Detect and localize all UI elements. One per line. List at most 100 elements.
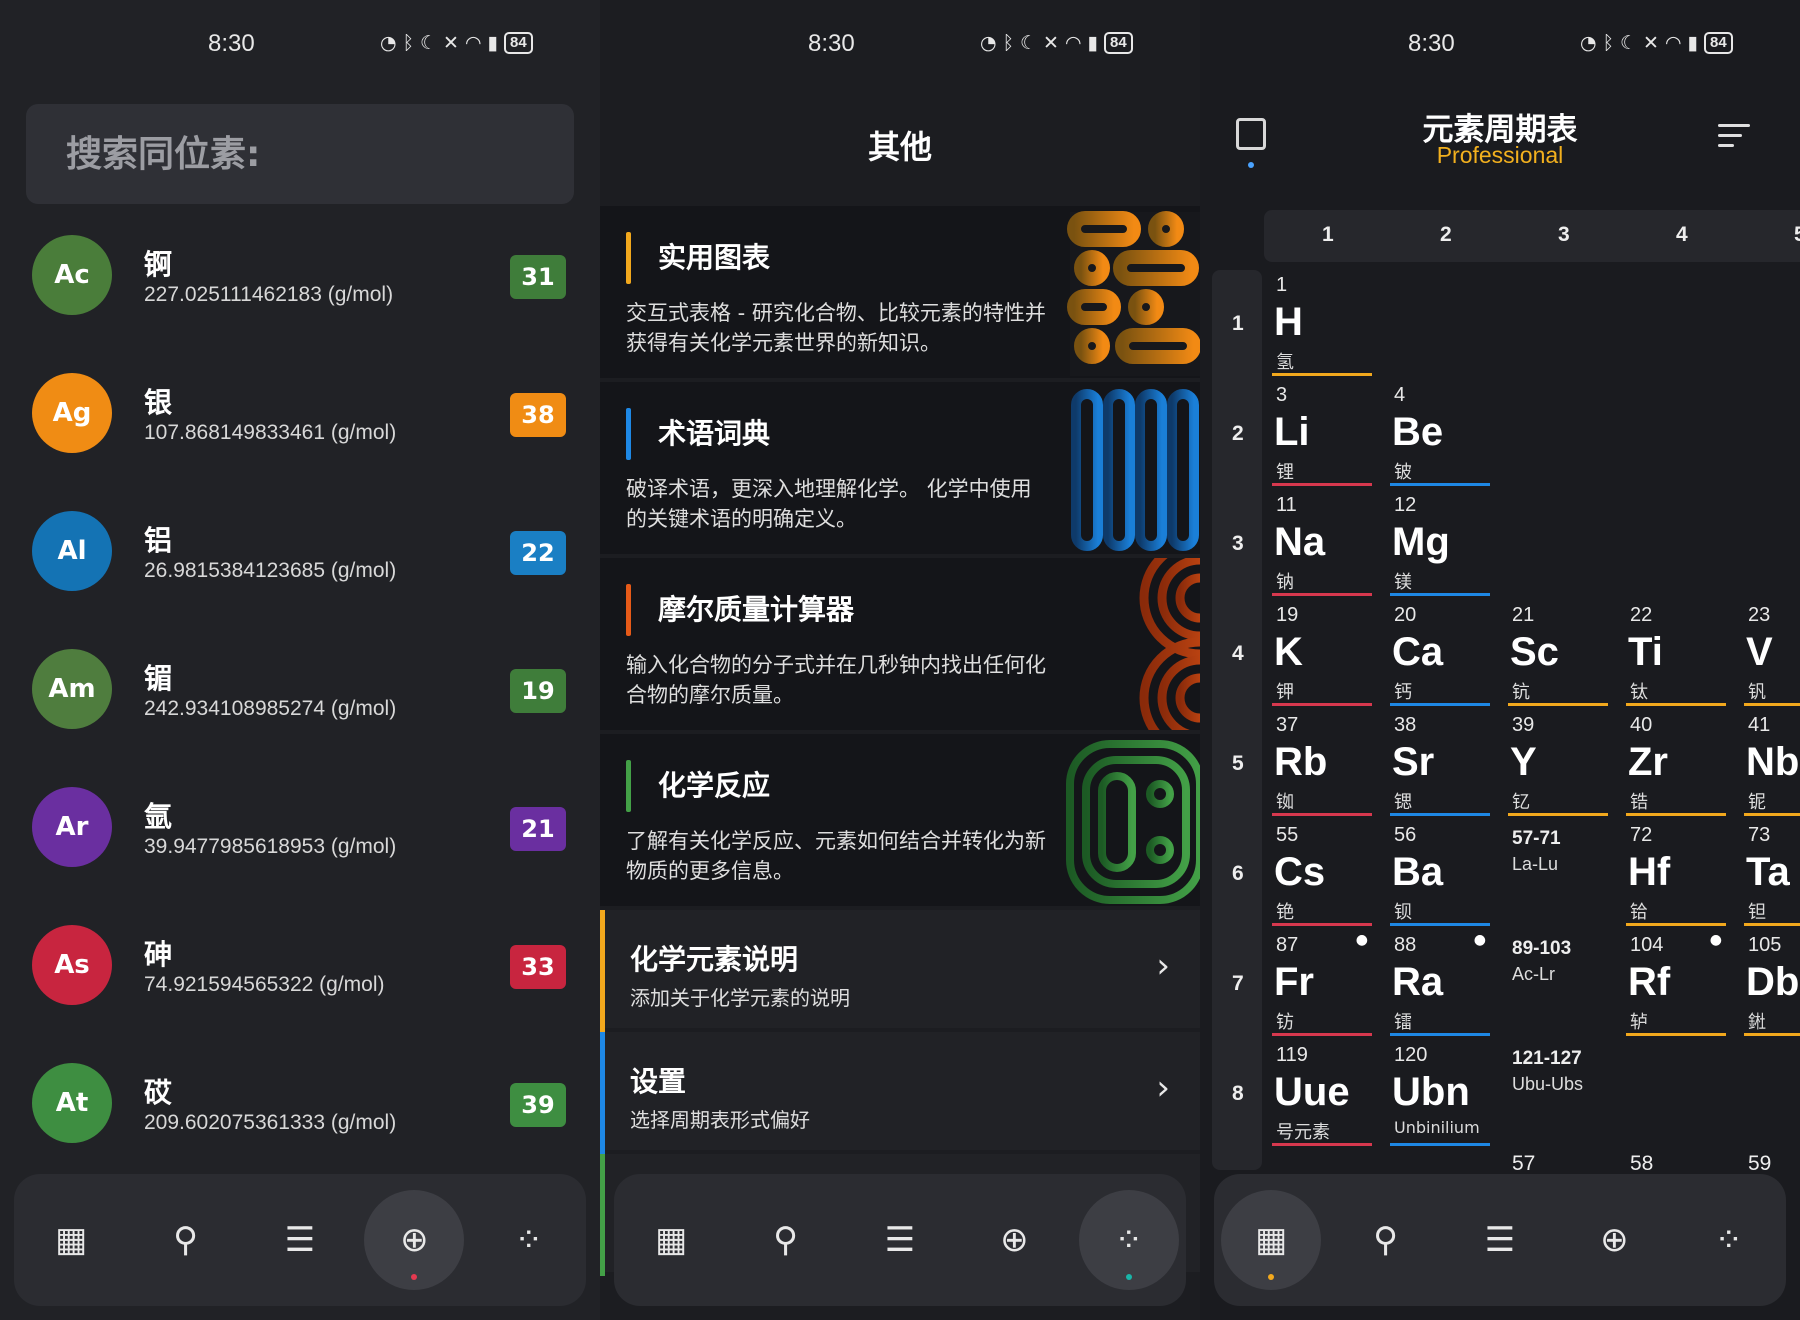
category-line bbox=[1744, 813, 1800, 816]
isotope-search-box[interactable] bbox=[26, 104, 574, 204]
element-cell-rf[interactable]: 104 ● Rf 轳 bbox=[1620, 930, 1732, 1036]
element-cell-h[interactable]: 1 H 氢 bbox=[1266, 270, 1378, 376]
card-glossary[interactable]: 术语词典 破译术语，更深入地理解化学。 化学中使用的关键术语的明确定义。 bbox=[600, 382, 1200, 558]
element-mass: 26.9815384123685 (g/mol) bbox=[144, 559, 397, 582]
element-cell-sc[interactable]: 21 Sc 钪 bbox=[1502, 600, 1614, 706]
row-accent bbox=[600, 1154, 605, 1276]
nav-list[interactable]: ☰ bbox=[1450, 1190, 1550, 1290]
nav-periodic-table[interactable]: ▦ bbox=[621, 1190, 721, 1290]
atomic-number: 73 bbox=[1748, 824, 1771, 846]
list-item[interactable]: Ar 氩 39.9477985618953 (g/mol) 21 bbox=[0, 767, 600, 905]
settings-row-element-notes[interactable]: 化学元素说明 添加关于化学元素的说明 › bbox=[600, 910, 1200, 1032]
atomic-number: 72 bbox=[1630, 824, 1653, 846]
element-cell-ra[interactable]: 88 ● Ra 镭 bbox=[1384, 930, 1496, 1036]
element-cell-mg[interactable]: 12 Mg 镁 bbox=[1384, 490, 1496, 596]
element-cell-na[interactable]: 11 Na 钠 bbox=[1266, 490, 1378, 596]
card-accent bbox=[626, 584, 631, 636]
atomic-number: 41 bbox=[1748, 714, 1771, 736]
nav-isotope[interactable]: ⊕ bbox=[1564, 1190, 1664, 1290]
active-dot bbox=[1268, 1274, 1275, 1280]
element-cell-nb[interactable]: 41 Nb 铌 bbox=[1738, 710, 1800, 816]
lanthanide-range[interactable]: 57-71 La-Lu bbox=[1502, 820, 1614, 926]
nav-isotope[interactable]: ⊕ bbox=[364, 1190, 465, 1290]
element-cell-zr[interactable]: 40 Zr 锆 bbox=[1620, 710, 1732, 816]
group-number: 1 bbox=[1322, 223, 1334, 246]
element-cell-cs[interactable]: 55 Cs 铯 bbox=[1266, 820, 1378, 926]
element-cell-k[interactable]: 19 K 钾 bbox=[1266, 600, 1378, 706]
actinide-range[interactable]: 89-103 Ac-Lr bbox=[1502, 930, 1614, 1036]
element-symbol: Sc bbox=[1510, 630, 1559, 674]
element-chinese-name: 氢 bbox=[1276, 352, 1294, 373]
element-cell-fr[interactable]: 87 ● Fr 钫 bbox=[1266, 930, 1378, 1036]
glossary-art-icon bbox=[1071, 389, 1199, 551]
element-cell-rb[interactable]: 37 Rb 铷 bbox=[1266, 710, 1378, 816]
list-item[interactable]: Ag 银 107.868149833461 (g/mol) 38 bbox=[0, 353, 600, 491]
reaction-art-icon bbox=[1066, 740, 1200, 904]
list-item[interactable]: As 砷 74.921594565322 (g/mol) 33 bbox=[0, 905, 600, 1043]
isotope-search-input[interactable] bbox=[26, 104, 574, 204]
element-cell-ti[interactable]: 22 Ti 钛 bbox=[1620, 600, 1732, 706]
element-symbol: V bbox=[1746, 630, 1773, 674]
nav-search[interactable]: ⚲ bbox=[1336, 1190, 1436, 1290]
isotope-icon: ⊕ bbox=[1000, 1220, 1029, 1260]
nav-more[interactable]: ⁘ bbox=[479, 1190, 579, 1290]
status-time: 8:30 bbox=[808, 30, 855, 57]
nav-periodic-table[interactable]: ▦ bbox=[21, 1190, 121, 1290]
card-reactions[interactable]: 化学反应 了解有关化学反应、元素如何结合并转化为新物质的更多信息。 bbox=[600, 734, 1200, 910]
feature-cards: 实用图表 交互式表格 - 研究化合物、比较元素的特性并获得有关化学元素世界的新知… bbox=[600, 206, 1200, 1276]
nav-search[interactable]: ⚲ bbox=[136, 1190, 236, 1290]
list-item[interactable]: At 砹 209.602075361333 (g/mol) 39 bbox=[0, 1043, 600, 1181]
search-icon: ⚲ bbox=[1373, 1220, 1399, 1260]
page-title: 其他 bbox=[867, 128, 932, 166]
superheavy-range[interactable]: 121-127 Ubu-Ubs bbox=[1502, 1040, 1614, 1146]
list-item[interactable]: Am 镅 242.934108985274 (g/mol) 19 bbox=[0, 629, 600, 767]
element-cell-ba[interactable]: 56 Ba 钡 bbox=[1384, 820, 1496, 926]
nav-periodic-table[interactable]: ▦ bbox=[1221, 1190, 1322, 1290]
isotope-count-badge: 39 bbox=[510, 1083, 566, 1127]
category-line bbox=[1508, 813, 1608, 816]
period-number: 2 bbox=[1232, 422, 1244, 445]
bluetooth-icon: ᛒ bbox=[1002, 32, 1014, 54]
period-number: 6 bbox=[1232, 862, 1244, 885]
isotope-count-badge: 33 bbox=[510, 945, 566, 989]
element-cell-ca[interactable]: 20 Ca 钙 bbox=[1384, 600, 1496, 706]
element-cell-sr[interactable]: 38 Sr 锶 bbox=[1384, 710, 1496, 816]
bluetooth-icon: ᛒ bbox=[402, 32, 414, 54]
radioactive-dot: ● bbox=[1473, 932, 1486, 948]
card-charts[interactable]: 实用图表 交互式表格 - 研究化合物、比较元素的特性并获得有关化学元素世界的新知… bbox=[600, 206, 1200, 382]
card-molar-calculator[interactable]: 摩尔质量计算器 输入化合物的分子式并在几秒钟内找出任何化合物的摩尔质量。 bbox=[600, 558, 1200, 734]
element-cell-uue[interactable]: 119 Uue 号元素 bbox=[1266, 1040, 1378, 1146]
element-cell-hf[interactable]: 72 Hf 铪 bbox=[1620, 820, 1732, 926]
element-symbol: Hf bbox=[1628, 850, 1671, 894]
element-cell-ta[interactable]: 73 Ta 钽 bbox=[1738, 820, 1800, 926]
list-item[interactable]: Al 铝 26.9815384123685 (g/mol) 22 bbox=[0, 491, 600, 629]
nav-isotope[interactable]: ⊕ bbox=[964, 1190, 1064, 1290]
status-icons: ◔ ᛒ ☾ ✕ ◠ ▮ 84 bbox=[980, 32, 1133, 54]
element-cell-v[interactable]: 23 V 钒 bbox=[1738, 600, 1800, 706]
element-cell-y[interactable]: 39 Y 钇 bbox=[1502, 710, 1614, 816]
element-symbol: Ba bbox=[1392, 850, 1444, 894]
card-description: 输入化合物的分子式并在几秒钟内找出任何化合物的摩尔质量。 bbox=[626, 653, 1046, 707]
settings-row-settings[interactable]: 设置 选择周期表形式偏好 › bbox=[600, 1032, 1200, 1154]
bluetooth-icon: ᛒ bbox=[1602, 32, 1614, 54]
mute-icon: ✕ bbox=[1043, 32, 1059, 54]
nav-more[interactable]: ⁘ bbox=[1078, 1190, 1179, 1290]
card-title: 化学反应 bbox=[658, 769, 771, 802]
list-item[interactable]: Ac 锕 227.025111462183 (g/mol) 31 bbox=[0, 215, 600, 353]
nav-list[interactable]: ☰ bbox=[850, 1190, 950, 1290]
element-cell-be[interactable]: 4 Be 铍 bbox=[1384, 380, 1496, 486]
category-line bbox=[1390, 483, 1490, 486]
element-cell-ubn[interactable]: 120 Ubn Unbinilium bbox=[1384, 1040, 1496, 1146]
element-chinese-name: 锶 bbox=[1394, 792, 1412, 813]
element-cell-li[interactable]: 3 Li 锂 bbox=[1266, 380, 1378, 486]
card-description: 了解有关化学反应、元素如何结合并转化为新物质的更多信息。 bbox=[626, 829, 1046, 883]
element-avatar: As bbox=[32, 925, 112, 1005]
group-number: 4 bbox=[1676, 223, 1688, 246]
nav-search[interactable]: ⚲ bbox=[736, 1190, 836, 1290]
element-cell-db[interactable]: 105 Db 𨧀 bbox=[1738, 930, 1800, 1036]
sort-icon[interactable] bbox=[1718, 124, 1750, 154]
status-icons: ◔ ᛒ ☾ ✕ ◠ ▮ 84 bbox=[1580, 32, 1733, 54]
element-chinese-name: 铌 bbox=[1748, 792, 1766, 813]
nav-list[interactable]: ☰ bbox=[250, 1190, 350, 1290]
nav-more[interactable]: ⁘ bbox=[1679, 1190, 1779, 1290]
